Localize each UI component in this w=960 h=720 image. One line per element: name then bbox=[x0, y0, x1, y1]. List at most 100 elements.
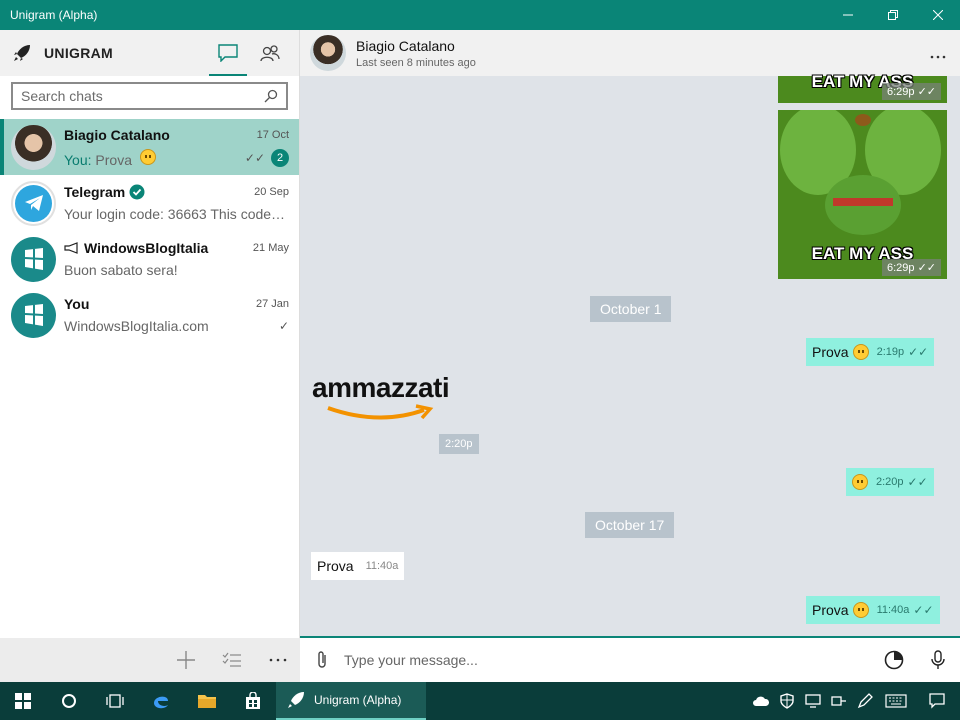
smile-emoji-icon bbox=[852, 344, 869, 360]
double-check-icon: ✓✓ bbox=[913, 603, 934, 617]
sticker-message[interactable]: EAT MY ASS 6:29p ✓✓ bbox=[778, 72, 947, 103]
grin-emoji-icon bbox=[852, 474, 868, 490]
outgoing-message[interactable]: Prova 11:40a ✓✓ bbox=[806, 596, 940, 624]
sticker-icon bbox=[884, 650, 904, 670]
chat-date: 20 Sep bbox=[254, 186, 289, 198]
shield-icon bbox=[780, 693, 794, 709]
system-tray bbox=[748, 682, 960, 720]
title-bar: Unigram (Alpha) bbox=[0, 0, 960, 30]
check-icon: ✓ bbox=[278, 319, 289, 333]
more-options-button[interactable] bbox=[266, 648, 290, 672]
file-explorer-button[interactable] bbox=[184, 682, 230, 720]
message-list[interactable]: EAT MY ASS 6:29p ✓✓ EAT MY ASS 6:29p ✓✓ bbox=[300, 72, 960, 636]
conversation-menu-button[interactable] bbox=[916, 43, 960, 64]
close-icon bbox=[932, 10, 943, 20]
chat-preview: Prova bbox=[95, 151, 132, 168]
avatar bbox=[11, 180, 56, 226]
contacts-icon bbox=[260, 45, 280, 62]
keyboard-icon bbox=[885, 694, 907, 708]
action-center-button[interactable] bbox=[914, 693, 960, 709]
network-tray-button[interactable] bbox=[826, 694, 852, 708]
avatar bbox=[11, 124, 56, 170]
chat-list-pane: UNIGRAM Biagio Catalano 17 Oct You: Prov… bbox=[0, 30, 300, 682]
search-input[interactable] bbox=[21, 88, 264, 104]
tab-chats[interactable] bbox=[207, 30, 249, 76]
sidebar-header: UNIGRAM bbox=[0, 30, 299, 76]
search-icon[interactable] bbox=[264, 89, 278, 103]
monitor-icon bbox=[805, 694, 821, 708]
tab-contacts[interactable] bbox=[249, 30, 291, 76]
chat-preview: Buon sabato sera! bbox=[64, 262, 178, 278]
store-button[interactable] bbox=[230, 682, 276, 720]
chat-name: Telegram bbox=[64, 184, 126, 200]
verified-icon bbox=[129, 184, 145, 200]
sidebar-footer bbox=[0, 638, 300, 682]
avatar[interactable] bbox=[310, 35, 346, 71]
display-tray-button[interactable] bbox=[800, 694, 826, 708]
channel-megaphone-icon bbox=[64, 242, 78, 254]
ellipsis-icon bbox=[930, 55, 946, 58]
restore-button[interactable] bbox=[870, 0, 915, 30]
minimize-button[interactable] bbox=[825, 0, 870, 30]
chat-name: Biagio Catalano bbox=[64, 126, 170, 143]
amazon-sticker[interactable]: ammazzati bbox=[312, 372, 482, 432]
rocket-icon bbox=[288, 692, 304, 708]
amazon-smile-arrow-icon bbox=[327, 404, 434, 420]
date-separator: October 1 bbox=[590, 296, 672, 322]
cortana-circle-icon bbox=[62, 694, 76, 708]
smile-emoji-icon bbox=[852, 602, 869, 618]
close-button[interactable] bbox=[915, 0, 960, 30]
microphone-icon bbox=[931, 650, 945, 669]
edge-browser-icon bbox=[154, 696, 168, 709]
select-chats-button[interactable] bbox=[220, 648, 244, 672]
task-view-icon bbox=[106, 694, 124, 708]
double-check-icon: ✓✓ bbox=[917, 86, 936, 98]
double-check-icon: ✓✓ bbox=[244, 151, 265, 165]
message-text: Prova bbox=[812, 344, 849, 360]
new-chat-button[interactable] bbox=[174, 648, 198, 672]
message-text: Prova bbox=[812, 602, 849, 618]
app-brand: UNIGRAM bbox=[44, 45, 113, 61]
chat-item-telegram[interactable]: Telegram 20 Sep Your login code: 36663 T… bbox=[0, 175, 299, 231]
taskbar-app-unigram[interactable]: Unigram (Alpha) bbox=[276, 682, 426, 720]
avatar bbox=[11, 292, 56, 338]
defender-tray-button[interactable] bbox=[774, 693, 800, 709]
incoming-message[interactable]: Prova 11:40a bbox=[311, 552, 405, 580]
plus-icon bbox=[177, 651, 195, 669]
ellipsis-icon bbox=[269, 658, 287, 662]
task-view-button[interactable] bbox=[92, 682, 138, 720]
voice-button[interactable] bbox=[916, 650, 960, 670]
chat-date: 17 Oct bbox=[256, 128, 289, 141]
network-icon bbox=[831, 696, 846, 706]
windows-taskbar: Unigram (Alpha) bbox=[0, 682, 960, 720]
sender-prefix: You: bbox=[64, 151, 92, 168]
cortana-button[interactable] bbox=[46, 682, 92, 720]
search-box[interactable] bbox=[11, 82, 288, 110]
edge-button[interactable] bbox=[138, 682, 184, 720]
message-text: Prova bbox=[317, 558, 354, 574]
chat-name: WindowsBlogItalia bbox=[84, 240, 209, 256]
keyboard-tray-button[interactable] bbox=[878, 694, 914, 708]
onedrive-tray-button[interactable] bbox=[748, 695, 774, 707]
start-button[interactable] bbox=[0, 682, 46, 720]
pen-tray-button[interactable] bbox=[852, 693, 878, 709]
taskbar-app-label: Unigram (Alpha) bbox=[314, 693, 402, 707]
sticker-message[interactable]: EAT MY ASS 6:29p ✓✓ bbox=[778, 110, 947, 279]
chat-item-you[interactable]: You 27 Jan WindowsBlogItalia.com ✓ bbox=[0, 287, 299, 343]
message-input[interactable] bbox=[344, 652, 872, 668]
attach-button[interactable] bbox=[300, 650, 344, 670]
paperclip-icon bbox=[318, 651, 326, 668]
chat-item-windowsblogitalia[interactable]: WindowsBlogItalia 21 May Buon sabato ser… bbox=[0, 231, 299, 287]
minimize-icon bbox=[842, 14, 853, 16]
unread-badge: 2 bbox=[271, 149, 289, 167]
chat-item-biagio-catalano[interactable]: Biagio Catalano 17 Oct You: Prova ✓✓ 2 bbox=[0, 119, 299, 175]
smile-emoji-icon bbox=[139, 148, 156, 165]
peer-name: Biagio Catalano bbox=[356, 37, 455, 54]
sticker-button[interactable] bbox=[872, 650, 916, 670]
message-time: 11:40a bbox=[365, 560, 399, 572]
outgoing-message[interactable]: Prova 2:19p ✓✓ bbox=[806, 338, 935, 366]
message-composer bbox=[300, 636, 960, 682]
outgoing-message[interactable]: 2:20p ✓✓ bbox=[846, 468, 934, 496]
windows-logo-icon bbox=[24, 248, 43, 270]
chat-name: You bbox=[64, 296, 90, 312]
